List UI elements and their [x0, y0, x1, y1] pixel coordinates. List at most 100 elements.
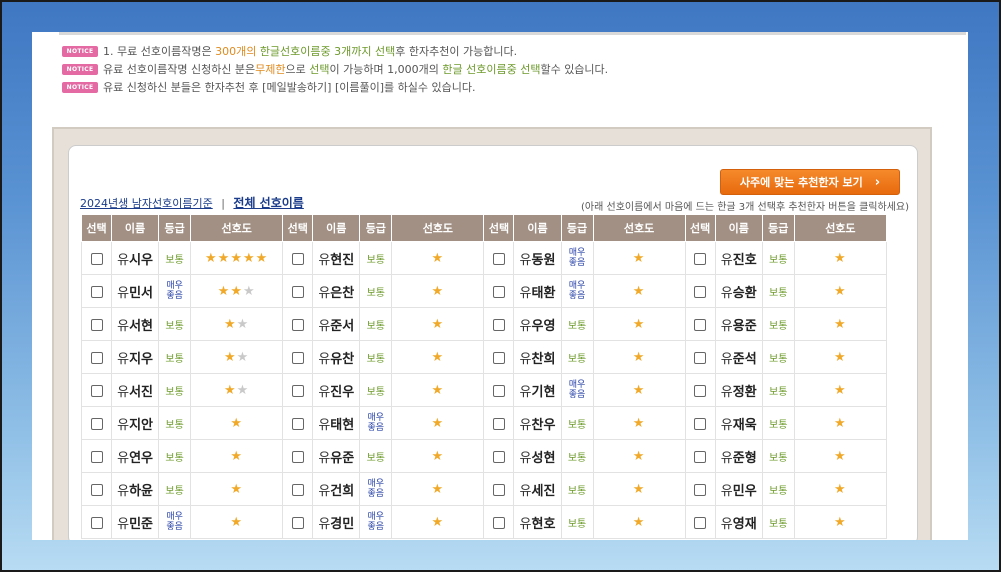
- name-checkbox[interactable]: [492, 483, 505, 496]
- half-star-icon: ★: [236, 349, 250, 365]
- name-checkbox[interactable]: [694, 285, 707, 298]
- notice-badge: NOTICE: [62, 81, 98, 93]
- preference-cell: ★: [793, 505, 888, 539]
- name-checkbox[interactable]: [90, 516, 103, 529]
- grade-label: 매우 좋음: [367, 413, 385, 433]
- select-cell: [684, 505, 716, 539]
- half-star-icon: ★: [236, 382, 250, 398]
- preference-cell: ★: [391, 472, 485, 506]
- preference-cell: ★★★★★: [190, 241, 284, 275]
- recommend-hanja-button[interactable]: 사주에 맞는 추천한자 보기 ›: [720, 169, 900, 195]
- surname: 유: [519, 318, 532, 334]
- name-checkbox[interactable]: [492, 285, 505, 298]
- preference-cell: ★: [391, 340, 485, 374]
- preference-stars: ★: [834, 316, 847, 332]
- name-checkbox[interactable]: [694, 483, 707, 496]
- select-cell: [282, 505, 314, 539]
- grade-cell: 보통: [761, 439, 795, 473]
- name-checkbox[interactable]: [90, 351, 103, 364]
- given-name: 승환: [732, 285, 757, 301]
- grade-label: 보통: [769, 485, 788, 497]
- name-checkbox[interactable]: [694, 351, 707, 364]
- preference-stars: ★: [432, 317, 445, 332]
- name-checkbox[interactable]: [492, 450, 505, 463]
- star-icon: ★: [224, 382, 237, 398]
- name-checkbox[interactable]: [90, 384, 103, 397]
- grade-label: 보통: [769, 518, 788, 530]
- table-row: 유지안 보통 ★ 유태현 매우 좋음 ★ 유찬우 보통 ★ 유재욱 보통 ★: [80, 406, 888, 440]
- name-checkbox[interactable]: [90, 252, 103, 265]
- surname: 유: [318, 351, 331, 367]
- notice-3: NOTICE 유료 신청하신 분들은 한자추천 후 [메일발송하기] [이름풀이…: [62, 79, 475, 95]
- surname: 유: [519, 285, 532, 301]
- name-checkbox[interactable]: [694, 450, 707, 463]
- grade-label: 보통: [567, 320, 587, 332]
- name-checkbox[interactable]: [291, 285, 304, 298]
- name-checkbox[interactable]: [492, 252, 505, 265]
- name-checkbox[interactable]: [291, 351, 304, 364]
- notice-text-part: 후 한자추천이 가능합니다.: [395, 45, 518, 58]
- preference-stars: ★: [834, 416, 847, 431]
- notice-text-part: 선택: [309, 63, 330, 76]
- all-names-link[interactable]: 전체 선호이름: [233, 196, 303, 210]
- grade-cell: 보통: [158, 340, 192, 374]
- name-checkbox[interactable]: [90, 285, 103, 298]
- preference-stars: ★: [834, 515, 847, 530]
- name-checkbox[interactable]: [90, 483, 103, 496]
- preference-cell: ★: [592, 472, 686, 506]
- name-checkbox[interactable]: [291, 384, 304, 397]
- name-checkbox[interactable]: [694, 516, 707, 529]
- surname: 유: [318, 252, 331, 268]
- name-checkbox[interactable]: [492, 516, 505, 529]
- name-checkbox[interactable]: [291, 318, 304, 331]
- surname: 유: [519, 351, 532, 367]
- grade-cell: 보통: [761, 307, 795, 341]
- column-header: 선호도: [592, 214, 686, 242]
- name-checkbox[interactable]: [492, 417, 505, 430]
- name-checkbox[interactable]: [90, 318, 103, 331]
- preference-cell: ★: [592, 439, 686, 473]
- preference-cell: ★: [793, 439, 888, 473]
- preference-stars: ★: [230, 415, 243, 431]
- preference-stars: ★: [432, 482, 445, 497]
- name-checkbox[interactable]: [291, 252, 304, 265]
- name-checkbox[interactable]: [492, 384, 505, 397]
- name-checkbox[interactable]: [90, 450, 103, 463]
- table-row: 유연우 보통 ★ 유유준 보통 ★ 유성현 보통 ★ 유준형 보통 ★: [80, 439, 888, 473]
- grade-label: 보통: [366, 254, 386, 266]
- star-icon: ★: [230, 415, 243, 431]
- name-cell: 유유준: [312, 439, 361, 473]
- preference-cell: ★: [592, 307, 686, 341]
- surname: 유: [117, 450, 130, 466]
- given-name: 지안: [129, 417, 153, 433]
- grade-label: 매우 좋음: [568, 380, 586, 400]
- preference-stars: ★: [432, 284, 445, 299]
- name-checkbox[interactable]: [694, 417, 707, 430]
- name-cell: 유진우: [312, 373, 361, 407]
- name-checkbox[interactable]: [694, 318, 707, 331]
- name-cell: 유경민: [312, 505, 361, 539]
- name-checkbox[interactable]: [90, 417, 103, 430]
- name-checkbox[interactable]: [291, 483, 304, 496]
- preference-stars: ★★★: [218, 284, 256, 299]
- grade-label: 보통: [769, 386, 788, 398]
- star-icon: ★: [431, 448, 445, 464]
- name-checkbox[interactable]: [694, 384, 707, 397]
- name-checkbox[interactable]: [291, 417, 304, 430]
- name-checkbox[interactable]: [291, 516, 304, 529]
- name-checkbox[interactable]: [492, 351, 505, 364]
- star-icon: ★: [632, 316, 646, 332]
- star-icon: ★: [217, 250, 231, 266]
- name-checkbox[interactable]: [291, 450, 304, 463]
- given-name: 찬우: [531, 417, 556, 433]
- select-cell: [483, 307, 515, 341]
- surname: 유: [318, 483, 331, 499]
- star-icon: ★: [834, 316, 847, 332]
- criteria-link[interactable]: 2024년생 남자선호이름기준: [80, 197, 213, 210]
- surname: 유: [720, 483, 733, 499]
- name-checkbox[interactable]: [694, 252, 707, 265]
- preference-stars: ★: [432, 416, 445, 431]
- name-cell: 유재욱: [714, 406, 763, 440]
- table-row: 유지우 보통 ★★ 유유찬 보통 ★ 유찬희 보통 ★ 유준석 보통 ★: [80, 340, 888, 374]
- name-checkbox[interactable]: [492, 318, 505, 331]
